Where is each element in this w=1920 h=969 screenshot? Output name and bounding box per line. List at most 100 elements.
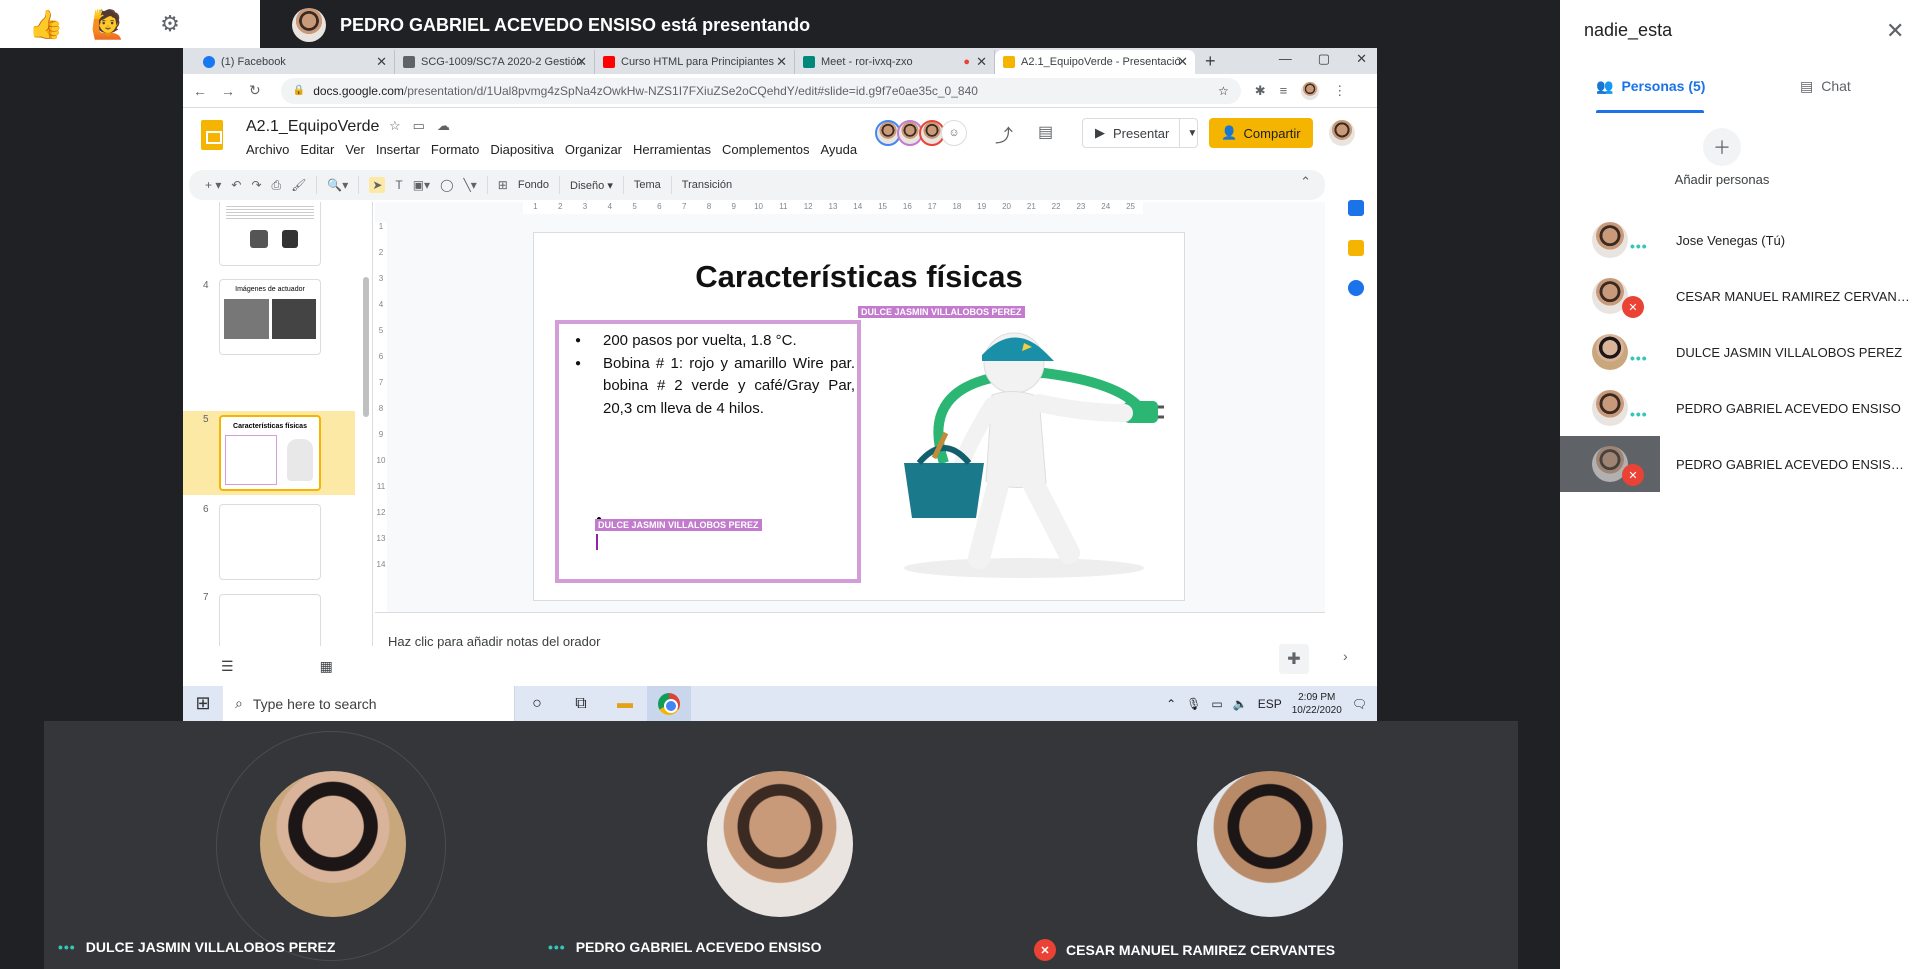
network-icon[interactable]: ▭ [1211, 697, 1222, 711]
taskbar-search[interactable]: ⌕ Type here to search [223, 686, 515, 721]
menu-insertar[interactable]: Insertar [376, 142, 426, 157]
volume-icon[interactable]: 🔈 [1233, 697, 1248, 711]
undo-icon[interactable]: ↶ [231, 178, 241, 192]
background-button[interactable]: Fondo [518, 179, 549, 191]
chevron-up-icon[interactable]: ⌃ [1300, 174, 1311, 190]
maximize-icon[interactable]: ▢ [1318, 51, 1330, 67]
minimize-icon[interactable]: — [1279, 51, 1292, 67]
document-title[interactable]: A2.1_EquipoVerde [246, 118, 379, 136]
reload-icon[interactable]: ↻ [249, 82, 261, 99]
tasks-icon[interactable] [1348, 280, 1364, 296]
more-collaborators-icon[interactable]: ☺ [941, 120, 967, 146]
grid-view-icon[interactable]: ▦ [320, 658, 333, 675]
windows-start-icon[interactable]: ⊞ [183, 693, 223, 714]
zoom-icon[interactable]: 🔍▾ [327, 178, 348, 192]
chrome-taskbar-button[interactable] [647, 686, 691, 721]
present-button[interactable]: ▶ Presentar ▼ [1082, 118, 1198, 148]
menu-ver[interactable]: Ver [345, 142, 371, 157]
forward-icon[interactable]: → [221, 83, 235, 99]
slides-logo-icon[interactable] [201, 120, 223, 150]
star-icon[interactable]: ☆ [389, 118, 401, 134]
menu-ayuda[interactable]: Ayuda [820, 142, 863, 157]
task-view-icon[interactable]: ⧉ [559, 695, 603, 713]
plug-character-illustration[interactable] [874, 313, 1164, 583]
calendar-icon[interactable] [1348, 200, 1364, 216]
transition-button[interactable]: Transición [682, 179, 732, 191]
menu-editar[interactable]: Editar [300, 142, 340, 157]
menu-formato[interactable]: Formato [431, 142, 485, 157]
close-icon[interactable]: ✕ [1886, 18, 1904, 44]
text-box[interactable]: 200 pasos por vuelta, 1.8 °C. Bobina # 1… [555, 320, 861, 583]
extensions-icon[interactable]: ✱ [1255, 83, 1266, 99]
cloud-icon[interactable]: ☁ [437, 118, 450, 134]
close-tab-icon[interactable]: ✕ [1177, 54, 1188, 70]
language-indicator[interactable]: ESP [1258, 697, 1282, 711]
line-icon[interactable]: ╲▾ [464, 178, 477, 192]
add-people-button[interactable]: ＋ Añadir personas [1662, 128, 1782, 187]
new-slide-icon[interactable]: + ▾ [205, 178, 221, 192]
close-tab-icon[interactable]: ✕ [576, 54, 587, 70]
avatar[interactable] [1329, 120, 1355, 146]
tab-chat[interactable]: ▤ Chat [1800, 78, 1851, 95]
participant-row[interactable]: ••• Jose Venegas (Tú) [1560, 212, 1920, 268]
slide[interactable]: Características físicas 200 pasos por vu… [534, 233, 1184, 600]
participant-row[interactable]: ✕ PEDRO GABRIEL ACEVEDO ENSISO (presenta… [1560, 436, 1920, 492]
raise-hand-icon[interactable]: 🙋 [88, 4, 128, 44]
list-view-icon[interactable]: ☰ [221, 658, 234, 675]
menu-organizar[interactable]: Organizar [565, 142, 628, 157]
keep-icon[interactable] [1348, 240, 1364, 256]
file-explorer-icon[interactable]: ▬ [603, 695, 647, 713]
chevron-down-icon[interactable]: ▼ [1180, 128, 1204, 139]
redo-icon[interactable]: ↷ [251, 178, 261, 192]
chevron-right-icon[interactable]: › [1343, 648, 1348, 664]
shape-icon[interactable]: ◯ [440, 178, 453, 192]
close-window-icon[interactable]: ✕ [1356, 51, 1367, 67]
menu-herramientas[interactable]: Herramientas [633, 142, 717, 157]
slide-thumbnail[interactable] [219, 594, 321, 646]
new-tab-icon[interactable]: + [1205, 51, 1216, 72]
comment-add-icon[interactable]: ⊞ [498, 178, 508, 192]
select-icon[interactable]: ➤ [369, 177, 386, 193]
microphone-icon[interactable]: 🎙 [1186, 697, 1201, 711]
slide-title[interactable]: Características físicas [534, 259, 1184, 295]
star-icon[interactable]: ☆ [1218, 84, 1229, 98]
text-box-icon[interactable]: T [395, 178, 402, 192]
chevron-up-icon[interactable]: ⌃ [1166, 697, 1176, 711]
more-menu-icon[interactable]: ⋮ [1333, 83, 1346, 99]
menu-archivo[interactable]: Archivo [246, 142, 295, 157]
menu-complementos[interactable]: Complementos [722, 142, 815, 157]
participant-row[interactable]: ✕ CESAR MANUEL RAMIREZ CERVANTES [1560, 268, 1920, 324]
filmstrip-scrollbar[interactable] [363, 277, 369, 417]
slide-thumbnail[interactable] [219, 202, 321, 266]
slide-thumbnail[interactable] [219, 504, 321, 580]
media-icon[interactable]: ≡ [1280, 83, 1288, 98]
close-tab-icon[interactable]: ✕ [976, 54, 987, 70]
browser-tab[interactable]: Meet - ror-ivxq-zxo ● ✕ [795, 50, 995, 74]
print-icon[interactable]: ⎙ [272, 178, 282, 193]
back-icon[interactable]: ← [193, 83, 207, 99]
notification-icon[interactable]: 🗨 [1352, 697, 1367, 711]
participant-row[interactable]: ••• PEDRO GABRIEL ACEVEDO ENSISO [1560, 380, 1920, 436]
explore-icon[interactable]: ✚ [1279, 644, 1309, 674]
folder-icon[interactable]: ▭ [413, 118, 425, 134]
gear-icon[interactable]: ⚙ [150, 4, 190, 44]
participant-row[interactable]: ••• DULCE JASMIN VILLALOBOS PEREZ [1560, 324, 1920, 380]
url-field[interactable]: 🔒 docs.google.com/presentation/d/1Ual8pv… [280, 77, 1241, 104]
image-icon[interactable]: ▣▾ [413, 178, 430, 192]
thumbs-up-icon[interactable]: 👍 [26, 4, 66, 44]
slide-thumbnail[interactable]: Imágenes de actuador [219, 279, 321, 355]
speaker-notes[interactable]: Haz clic para añadir notas del orador [375, 618, 1325, 676]
close-tab-icon[interactable]: ✕ [776, 54, 787, 70]
clock[interactable]: 2:09 PM 10/22/2020 [1292, 691, 1342, 717]
paint-format-icon[interactable]: 🖌 [291, 178, 306, 192]
share-button[interactable]: 👤 Compartir [1209, 118, 1313, 148]
comment-icon[interactable]: ▤ [1038, 122, 1053, 142]
tab-people[interactable]: 👥 Personas (5) [1596, 78, 1705, 95]
menu-diapositiva[interactable]: Diapositiva [490, 142, 560, 157]
browser-tab[interactable]: (1) Facebook ✕ [195, 50, 395, 74]
browser-tab-active[interactable]: A2.1_EquipoVerde - Presentació ✕ [995, 50, 1195, 74]
browser-tab[interactable]: Curso HTML para Principiantes ✕ [595, 50, 795, 74]
layout-button[interactable]: Diseño ▾ [570, 179, 613, 192]
cortana-icon[interactable]: ○ [515, 695, 559, 713]
activity-icon[interactable]: ⤴ [995, 122, 1013, 148]
